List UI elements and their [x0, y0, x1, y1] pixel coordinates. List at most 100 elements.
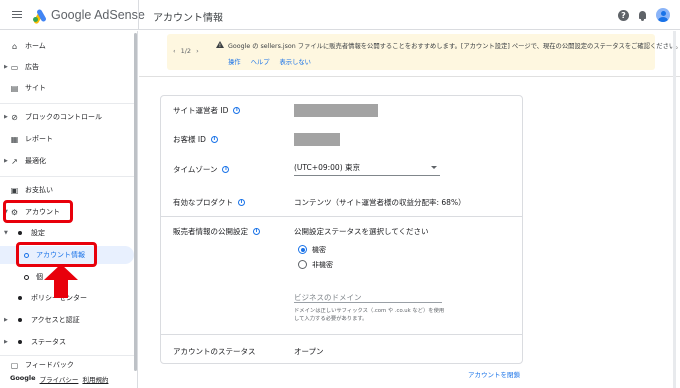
info-icon[interactable]: i — [233, 107, 241, 114]
close-account-link[interactable]: アカウントを閉鎖 — [468, 369, 520, 379]
sidebar-item-label: お支払い — [25, 186, 53, 194]
terms-link[interactable]: 利用規約 — [82, 374, 108, 384]
account-info-card: サイト運営者 ID i お客様 ID i タイムゾーン i (UTC+09:00… — [160, 95, 523, 364]
sidebar-item-label: ステータス — [31, 338, 66, 346]
expand-arrow-icon: ▶ — [4, 158, 8, 164]
sidebar-item-label: フィードバック — [25, 361, 74, 369]
sidebar-item-feedback[interactable]: ▢ フィードバック — [0, 356, 134, 374]
sidebar-item-block-controls[interactable]: ▶ ⊘ ブロックのコントロール — [0, 108, 134, 126]
radio-non-confidential[interactable] — [298, 260, 307, 269]
card-divider — [161, 334, 522, 335]
sidebar-item-settings[interactable]: ▼ 設定 — [0, 224, 134, 242]
sidebar-item-status[interactable]: ▶ ステータス — [0, 333, 134, 351]
timezone-label: タイムゾーン — [173, 165, 218, 174]
bullet-icon — [18, 296, 22, 300]
sidebar-divider — [0, 103, 134, 104]
publication-row: 販売者情報の公開設定 i — [173, 226, 260, 237]
banner-action-operate[interactable]: 操作 — [228, 57, 241, 66]
sidebar-item-payments[interactable]: ▣ お支払い — [0, 181, 134, 199]
sidebar-item-reports[interactable]: ▦ レポート — [0, 130, 134, 148]
banner-action-help[interactable]: ヘルプ — [251, 57, 270, 66]
sidebar-item-home[interactable]: ⌂ ホーム — [0, 37, 134, 55]
highlight-account — [3, 200, 73, 223]
header-actions: ? — [618, 8, 670, 22]
timezone-value: (UTC+09:00) 東京 — [294, 163, 361, 172]
notification-banner: ‹ 1/2 › ! Google の sellers.json ファイルに販売者… — [167, 34, 680, 70]
expand-arrow-icon: ▶ — [4, 114, 8, 120]
privacy-link[interactable]: プライバシー — [40, 374, 79, 384]
banner-actions: 操作 ヘルプ 表示しない — [228, 57, 311, 66]
customer-id-label: お客様 ID — [173, 135, 206, 144]
bullet-icon — [18, 340, 22, 344]
trend-icon: ↗ — [11, 156, 18, 166]
sidebar-item-label: 広告 — [25, 63, 39, 71]
sidebar-item-label: レポート — [25, 135, 53, 143]
sidebar-item-optimization[interactable]: ▶ ↗ 最適化 — [0, 152, 134, 170]
block-icon: ⊘ — [11, 112, 18, 122]
header-divider — [138, 0, 139, 30]
sidebar-item-label: 設定 — [31, 229, 45, 237]
banner-action-dismiss[interactable]: 表示しない — [279, 57, 310, 66]
info-icon[interactable]: i — [253, 228, 260, 235]
app-name: Google AdSense — [51, 7, 145, 22]
info-icon[interactable]: i — [238, 199, 245, 206]
publisher-id-label: サイト運営者 ID — [173, 106, 229, 115]
prev-icon[interactable]: ‹ — [173, 47, 176, 55]
sidebar-item-label: アクセスと認証 — [31, 316, 80, 324]
sidebar-item-label: ブロックのコントロール — [25, 113, 102, 121]
bullet-icon — [18, 231, 22, 235]
sidebar-item-label: ホーム — [25, 42, 46, 50]
domain-help-text: ドメインは正しいサフィックス（.com や .co.uk など）を使用して入力す… — [294, 308, 445, 322]
banner-message: Google の sellers.json ファイルに販売者情報を公開することを… — [228, 43, 680, 50]
products-value: コンテンツ（サイト運営者様の収益分配率: 68%） — [294, 198, 466, 207]
sidebar-scrollbar[interactable] — [134, 33, 137, 371]
card-divider — [161, 216, 522, 217]
domain-input[interactable]: ビジネスのドメイン — [294, 288, 442, 303]
red-arrow-icon — [44, 264, 78, 298]
main-scrollbar[interactable] — [673, 31, 676, 388]
radio-non-confidential-label[interactable]: 非機密 — [312, 260, 333, 270]
bell-icon[interactable] — [638, 10, 647, 21]
top-app-bar: Google AdSense — [0, 0, 680, 30]
sidebar-footer: Google プライバシー 利用規約 — [10, 374, 108, 384]
expand-arrow-icon: ▶ — [4, 339, 8, 345]
timezone-select[interactable]: (UTC+09:00) 東京 — [294, 162, 440, 176]
sidebar-divider — [0, 176, 134, 177]
pager-count: 1/2 — [180, 47, 192, 55]
bullet-icon — [18, 318, 22, 322]
info-icon[interactable]: i — [210, 136, 218, 143]
radio-confidential[interactable] — [298, 245, 307, 254]
ads-icon: ▭ — [10, 62, 19, 72]
publication-label: 販売者情報の公開設定 — [173, 227, 248, 236]
next-icon[interactable]: › — [196, 47, 199, 55]
expand-arrow-icon: ▶ — [4, 317, 8, 323]
sidebar-item-ads[interactable]: ▶ ▭ 広告 — [0, 58, 134, 76]
timezone-row: タイムゾーン i — [173, 164, 230, 175]
sites-icon: ▤ — [10, 83, 19, 93]
radio-confidential-label[interactable]: 機密 — [312, 245, 326, 255]
products-label: 有効なプロダクト — [173, 198, 233, 207]
products-row: 有効なプロダクト i — [173, 197, 245, 208]
sidebar-item-access[interactable]: ▶ アクセスと認証 — [0, 311, 134, 329]
redacted-customer-id — [294, 133, 340, 146]
bullet-ring-icon — [24, 274, 29, 280]
page-title: アカウント情報 — [153, 13, 223, 24]
help-icon[interactable]: ? — [618, 9, 629, 21]
expand-arrow-icon: ▶ — [4, 64, 8, 70]
sidebar-item-label: 個 — [36, 273, 43, 281]
payment-icon: ▣ — [10, 185, 19, 195]
info-icon[interactable]: i — [222, 166, 230, 173]
sidebar-item-label: サイト — [25, 84, 46, 92]
publisher-id-row: サイト運営者 ID i — [173, 105, 241, 116]
domain-placeholder: ビジネスのドメイン — [294, 293, 362, 302]
sidebar-item-sites[interactable]: ▤ サイト — [0, 79, 134, 97]
home-icon: ⌂ — [11, 41, 18, 51]
avatar[interactable] — [656, 8, 670, 22]
publication-title: 公開設定ステータスを選択してください — [294, 227, 429, 236]
collapse-arrow-icon: ▼ — [4, 230, 8, 236]
sidebar-item-label: 最適化 — [25, 157, 46, 165]
report-icon: ▦ — [10, 134, 19, 144]
adsense-logo-icon — [33, 8, 47, 24]
menu-icon[interactable] — [12, 10, 22, 19]
status-label: アカウントのステータス — [173, 347, 256, 356]
